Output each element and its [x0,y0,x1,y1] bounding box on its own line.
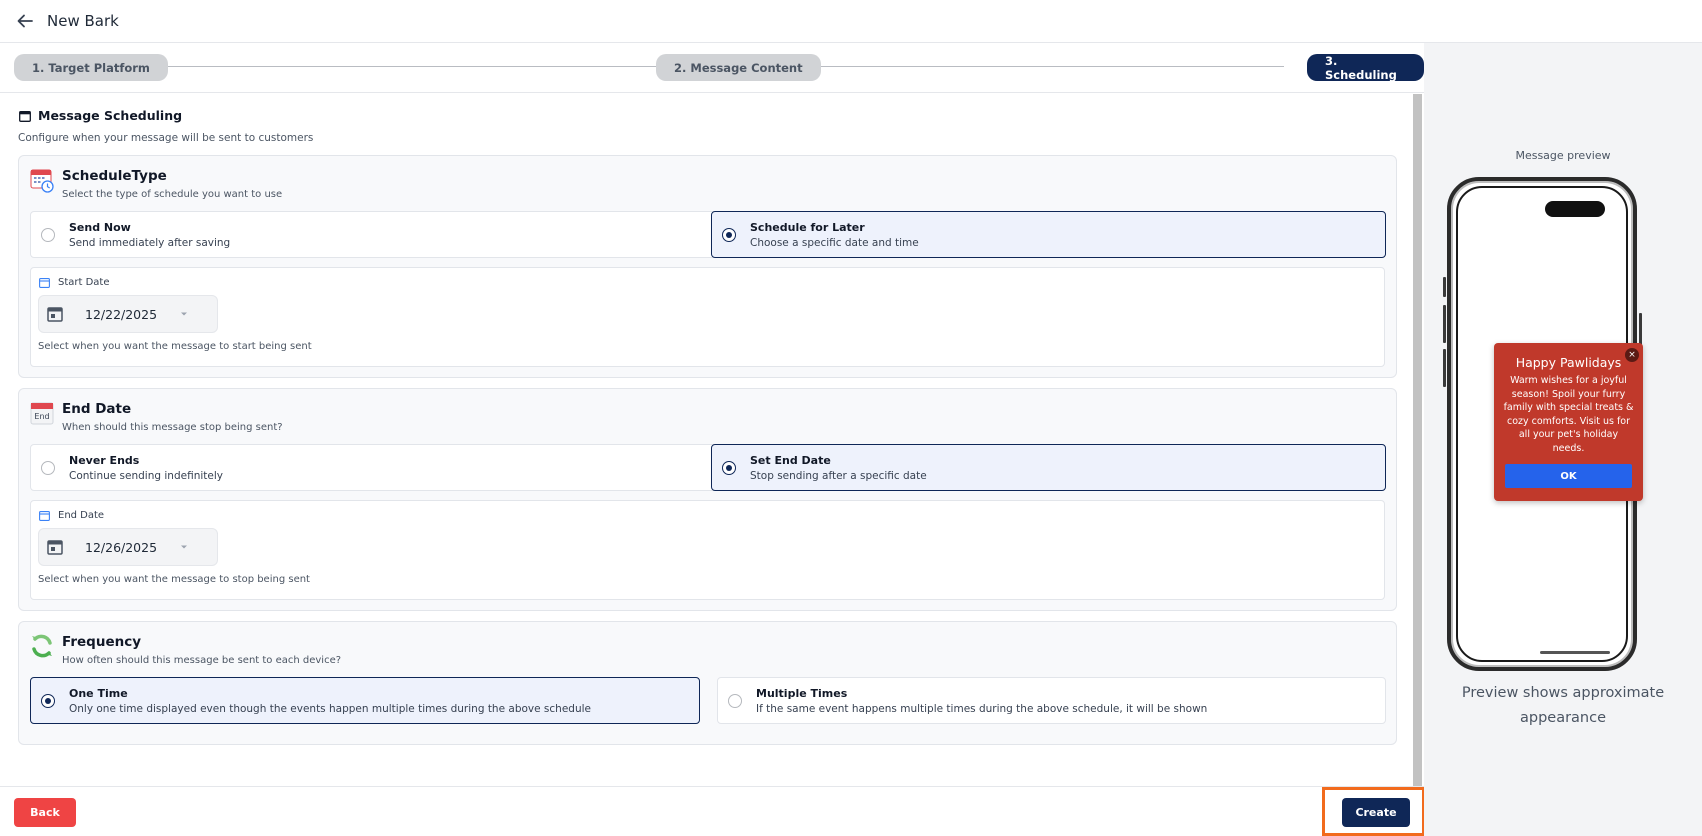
option-label: Multiple Times [756,686,848,700]
popup-title: Happy Pawlidays [1515,355,1622,370]
scheduling-content: Message Scheduling Configure when your m… [0,94,1424,786]
schedule-type-subtitle: Select the type of schedule you want to … [62,189,283,200]
option-one-time[interactable]: One Time Only one time displayed even th… [30,677,700,724]
footer: Back Create [0,786,1425,836]
calendar-clock-icon [30,169,54,193]
option-schedule-for-later[interactable]: Schedule for Later Choose a specific dat… [711,211,1386,258]
section-title: Message Scheduling [38,108,183,123]
back-button[interactable]: Back [14,798,76,827]
option-label: Never Ends [69,453,140,467]
start-date-box: Start Date 12/22/2025 Select when you wa… [30,267,1385,367]
option-description: Only one time displayed even though the … [69,702,591,715]
option-description: Continue sending indefinitely [69,469,223,482]
frequency-header: Frequency How often should this message … [30,633,341,666]
calendar-icon [39,511,50,521]
back-arrow-icon[interactable] [17,14,33,28]
stepper: 1. Target Platform 2. Message Content 3.… [0,43,1424,93]
calendar-icon [47,307,63,322]
end-date-help: Select when you want the message to stop… [38,574,310,585]
radio-never-ends[interactable] [41,460,55,475]
option-description: Stop sending after a specific date [750,469,927,482]
option-label: Send Now [69,220,131,234]
section-heading: Message Scheduling [19,108,182,123]
end-date-card: End End Date When should this message st… [18,388,1397,611]
end-date-value: 12/26/2025 [85,539,158,555]
start-date-help: Select when you want the message to star… [38,341,312,352]
calendar-icon [47,540,63,555]
option-send-now[interactable]: Send Now Send immediately after saving [30,211,716,258]
option-label: One Time [69,686,128,700]
radio-one-time[interactable] [41,693,55,708]
option-set-end-date[interactable]: Set End Date Stop sending after a specif… [711,444,1386,491]
preview-label: Message preview [1515,149,1611,162]
option-multiple-times[interactable]: Multiple Times If the same event happens… [717,677,1386,724]
frequency-subtitle: How often should this message be sent to… [62,655,342,666]
schedule-type-card: ScheduleType Select the type of schedule… [18,155,1397,378]
start-date-label-row: Start Date [39,277,110,288]
step-scheduling[interactable]: 3. Scheduling [1307,54,1424,82]
radio-set-end-date[interactable] [722,460,736,475]
start-date-label: Start Date [58,277,110,288]
option-description: If the same event happens multiple times… [756,702,1208,715]
chevron-down-icon[interactable] [179,544,189,550]
option-label: Schedule for Later [750,220,865,234]
option-description: Choose a specific date and time [750,236,919,249]
end-date-header: End End Date When should this message st… [30,400,283,433]
option-never-ends[interactable]: Never Ends Continue sending indefinitely [30,444,716,491]
start-date-value: 12/22/2025 [85,306,158,322]
schedule-type-title: ScheduleType [62,168,167,184]
refresh-icon [32,634,52,658]
radio-send-now[interactable] [41,227,55,242]
end-date-title: End Date [62,401,132,417]
step-target-platform[interactable]: 1. Target Platform [14,54,168,81]
end-date-subtitle: When should this message stop being sent… [62,422,283,433]
start-date-input[interactable]: 12/22/2025 [38,295,218,333]
popup-body: Warm wishes for a joyful season! Spoil y… [1503,375,1634,454]
scrollbar[interactable] [1413,94,1422,786]
popup-ok-button[interactable]: OK [1505,464,1632,488]
end-date-label: End Date [58,510,105,521]
option-description: Send immediately after saving [69,236,231,249]
end-date-calendar-icon: End [30,402,54,425]
page-title: New Bark [47,12,119,30]
phone-side-button [1443,305,1446,343]
end-date-label-row: End Date [39,510,104,521]
home-indicator [1540,651,1610,654]
preview-note: Preview shows approximate appearance [1461,685,1665,726]
step-message-content[interactable]: 2. Message Content [656,54,821,81]
radio-multiple-times[interactable] [728,693,742,708]
chevron-down-icon[interactable] [179,311,189,317]
form-area: 1. Target Platform 2. Message Content 3.… [0,43,1424,786]
frequency-card: Frequency How often should this message … [18,621,1397,745]
end-date-box: End Date 12/26/2025 Select when you want… [30,500,1385,600]
phone-side-button [1443,277,1446,297]
section-subtitle: Configure when your message will be sent… [18,132,314,144]
calendar-icon [39,278,50,288]
option-label: Set End Date [750,453,831,467]
message-popup-preview: × Happy Pawlidays Warm wishes for a joyf… [1494,343,1643,501]
phone-side-button [1443,349,1446,387]
app-header: New Bark [0,0,1702,43]
frequency-title: Frequency [62,634,142,650]
end-icon-text: End [34,412,49,421]
calendar-icon [19,110,31,122]
dynamic-island [1545,201,1605,217]
radio-schedule-for-later[interactable] [722,227,736,242]
create-button[interactable]: Create [1342,798,1410,827]
end-date-input[interactable]: 12/26/2025 [38,528,218,566]
schedule-type-header: ScheduleType Select the type of schedule… [30,167,282,200]
